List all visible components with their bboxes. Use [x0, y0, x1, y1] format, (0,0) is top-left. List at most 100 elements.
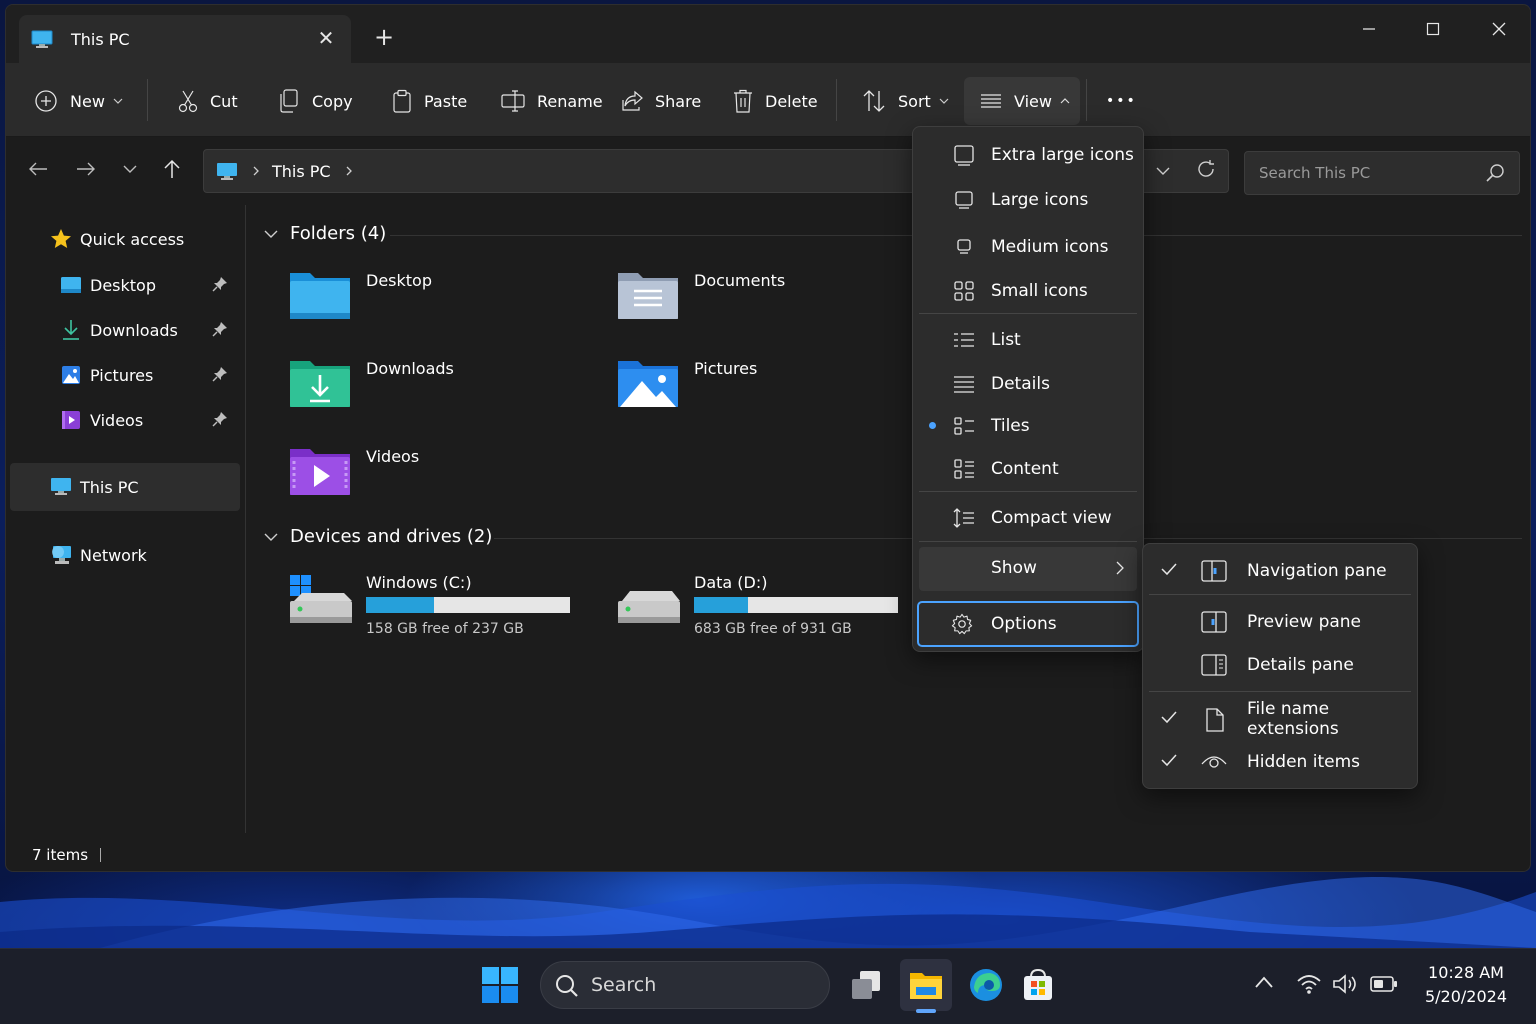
pin-icon[interactable]: [212, 366, 228, 382]
taskbar-clock[interactable]: 10:28 AM 5/20/2024: [1412, 961, 1520, 1009]
back-arrow-icon[interactable]: [26, 157, 50, 181]
tab-close-icon[interactable]: ✕: [315, 27, 337, 49]
title-bar: This PC ✕ +: [6, 5, 1530, 63]
pin-icon[interactable]: [212, 276, 228, 292]
menu-item-label: Content: [991, 459, 1059, 479]
sidebar-item-desktop[interactable]: Desktop: [10, 263, 240, 307]
menu-item-file-name-extensions[interactable]: File name extensions: [1149, 698, 1411, 740]
folder-documents[interactable]: Documents: [616, 267, 916, 337]
devices-group-header[interactable]: Devices and drives (2): [264, 526, 492, 547]
desktop-folder-icon: [290, 273, 350, 319]
menu-item-content[interactable]: Content: [919, 449, 1137, 489]
copy-button[interactable]: Copy: [278, 81, 353, 121]
folders-group-header[interactable]: Folders (4): [264, 223, 386, 244]
folder-downloads[interactable]: Downloads: [288, 355, 588, 425]
checkmark-icon: [1161, 563, 1177, 576]
folder-desktop[interactable]: Desktop: [288, 267, 588, 337]
active-app-indicator: [916, 1009, 936, 1013]
menu-item-tiles[interactable]: Tiles: [919, 406, 1137, 446]
menu-item-options[interactable]: Options: [917, 601, 1139, 647]
menu-item-large-icons[interactable]: Large icons: [919, 180, 1137, 220]
search-input[interactable]: Search This PC: [1244, 151, 1520, 195]
pin-icon[interactable]: [212, 321, 228, 337]
sidebar-item-pictures[interactable]: Pictures: [10, 353, 240, 397]
menu-item-details[interactable]: Details: [919, 364, 1137, 404]
pin-icon[interactable]: [212, 411, 228, 427]
sidebar-item-downloads[interactable]: Downloads: [10, 308, 240, 352]
folder-videos[interactable]: Videos: [288, 443, 588, 513]
cut-button[interactable]: Cut: [178, 81, 238, 121]
sidebar-item-network[interactable]: Network: [10, 533, 240, 577]
drive-free-space: 683 GB free of 931 GB: [694, 621, 852, 637]
paste-button[interactable]: Paste: [392, 81, 467, 121]
view-button[interactable]: View: [980, 81, 1070, 121]
more-options-icon[interactable]: •••: [1106, 81, 1137, 121]
sidebar-item-quick-access[interactable]: Quick access: [10, 217, 240, 261]
tiles-icon: [953, 415, 975, 437]
menu-item-list[interactable]: List: [919, 320, 1137, 360]
recent-locations-chevron-icon[interactable]: [118, 157, 142, 181]
new-tab-icon[interactable]: +: [372, 25, 396, 49]
drive-c[interactable]: Windows (C:) 158 GB free of 237 GB: [288, 573, 588, 653]
sort-button[interactable]: Sort: [862, 81, 949, 121]
plus-circle-icon: [35, 90, 57, 112]
tab-this-pc[interactable]: This PC ✕: [19, 15, 351, 63]
edge-browser-icon[interactable]: [960, 959, 1012, 1011]
devices-header-label: Devices and drives (2): [290, 526, 493, 547]
volume-icon[interactable]: [1332, 973, 1360, 995]
up-arrow-icon[interactable]: [160, 157, 184, 181]
trash-icon: [734, 89, 752, 113]
command-separator: [836, 79, 837, 121]
menu-item-medium-icons[interactable]: Medium icons: [919, 227, 1137, 267]
microsoft-store-icon[interactable]: [1012, 959, 1064, 1011]
menu-separator: [1149, 594, 1411, 595]
sidebar-item-videos[interactable]: Videos: [10, 398, 240, 442]
clock-time: 10:28 AM: [1428, 963, 1504, 982]
menu-item-extra-large-icons[interactable]: Extra large icons: [919, 135, 1137, 175]
sidebar-item-this-pc[interactable]: This PC: [10, 463, 240, 511]
maximize-icon[interactable]: [1410, 13, 1456, 45]
rename-button[interactable]: Rename: [501, 81, 603, 121]
cut-label: Cut: [210, 91, 238, 111]
delete-button[interactable]: Delete: [733, 81, 818, 121]
compact-view-icon: [953, 507, 975, 529]
menu-item-hidden-items[interactable]: Hidden items: [1149, 741, 1411, 783]
chevron-up-icon[interactable]: [1254, 975, 1274, 989]
windows-start-icon[interactable]: [482, 967, 518, 1003]
selected-indicator: [929, 422, 936, 429]
menu-item-show[interactable]: Show: [919, 547, 1137, 591]
paste-label: Paste: [424, 91, 468, 111]
menu-item-small-icons[interactable]: Small icons: [919, 271, 1137, 311]
menu-item-compact-view[interactable]: Compact view: [919, 498, 1137, 538]
medium-icons-icon: [953, 236, 975, 258]
menu-item-navigation-pane[interactable]: Navigation pane: [1149, 550, 1411, 592]
command-separator: [147, 79, 148, 121]
star-icon: [50, 228, 72, 250]
sidebar-item-label: Videos: [90, 410, 144, 430]
task-view-icon[interactable]: [840, 959, 892, 1011]
wifi-icon[interactable]: [1296, 973, 1322, 995]
details-pane-icon: [1201, 654, 1227, 676]
menu-item-label: Compact view: [991, 508, 1112, 528]
forward-arrow-icon[interactable]: [74, 157, 98, 181]
list-icon: [953, 329, 975, 351]
share-button[interactable]: Share: [621, 81, 701, 121]
menu-item-details-pane[interactable]: Details pane: [1149, 644, 1411, 686]
close-icon[interactable]: [1476, 13, 1522, 45]
breadcrumb-this-pc[interactable]: This PC: [272, 162, 331, 181]
taskbar-search[interactable]: Search: [540, 961, 830, 1009]
sidebar-item-label: Quick access: [80, 229, 185, 249]
navigation-pane: Quick access Desktop Downloads Pictures: [6, 197, 246, 837]
refresh-icon[interactable]: [1196, 159, 1216, 183]
drive-usage-fill: [366, 597, 434, 613]
file-explorer-taskbar-icon[interactable]: [900, 959, 952, 1011]
menu-item-preview-pane[interactable]: Preview pane: [1149, 601, 1411, 643]
breadcrumb-chevron-icon[interactable]: [345, 166, 353, 176]
minimize-icon[interactable]: [1346, 13, 1392, 45]
folder-pictures[interactable]: Pictures: [616, 355, 916, 425]
videos-icon: [60, 409, 82, 431]
new-button[interactable]: New: [34, 81, 123, 121]
drive-d[interactable]: Data (D:) 683 GB free of 931 GB: [616, 573, 916, 653]
address-history-chevron-icon[interactable]: [1156, 161, 1170, 180]
battery-icon[interactable]: [1370, 975, 1398, 993]
